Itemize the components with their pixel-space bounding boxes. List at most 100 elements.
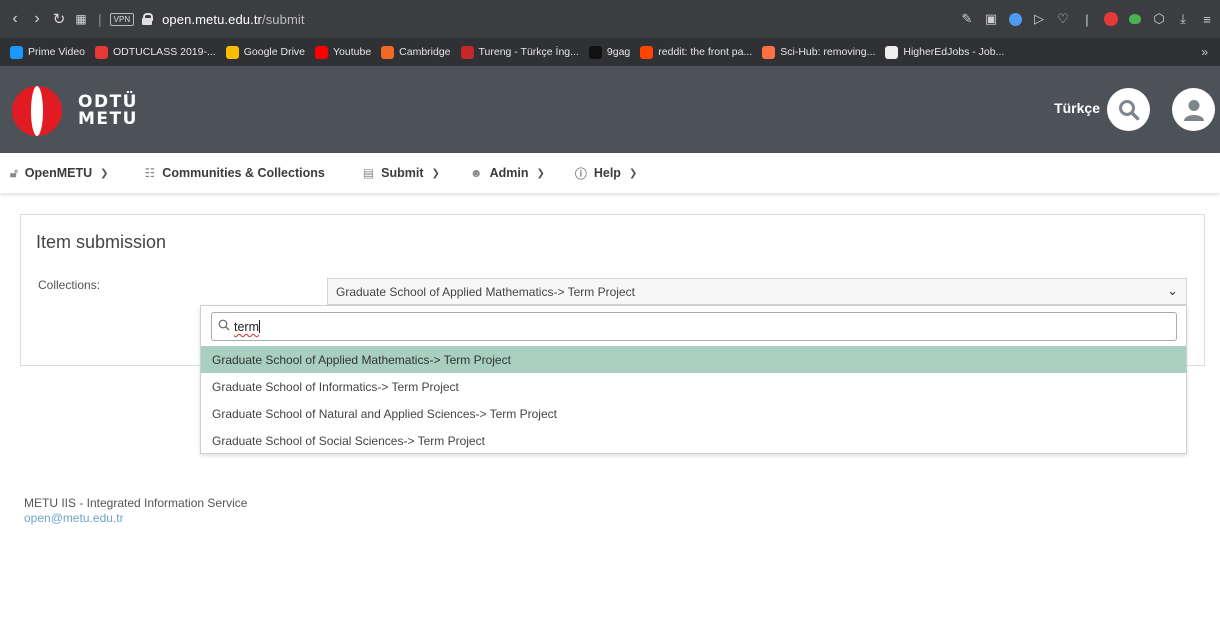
cube-icon[interactable]: ⬡ (1152, 11, 1166, 26)
bookmark-favicon-icon (315, 45, 328, 59)
bookmark-item[interactable]: reddit: the front pa... (640, 45, 753, 59)
vpn-badge[interactable]: VPN (109, 12, 135, 26)
share-icon[interactable]: ✎ (960, 11, 974, 26)
bookmark-label: Youtube (333, 46, 372, 58)
bookmark-favicon-icon (225, 45, 239, 59)
site-header: ODTÜ METU Türkçe (0, 66, 1220, 153)
metu-logo[interactable]: ODTÜ METU (12, 86, 138, 136)
metu-logo-icon (12, 86, 62, 136)
bookmark-label: reddit: the front pa... (658, 46, 753, 58)
bookmark-favicon-icon (640, 45, 654, 59)
browser-toolbar: ‹ › ↻ ▦ | VPN open.metu.edu.tr/submit ✎ … (0, 0, 1220, 38)
speed-dial-icon[interactable]: ▦ (70, 12, 92, 26)
chevron-down-icon: ⌄ (1167, 283, 1178, 298)
dropdown-option[interactable]: Graduate School of Applied Mathematics->… (201, 346, 1186, 373)
info-circle-icon: ⓘ (574, 166, 587, 181)
address-bar[interactable]: open.metu.edu.tr/submit (162, 12, 305, 27)
bookmark-label: Tureng - Türkçe İng... (478, 46, 579, 58)
page-title: Item submission (36, 232, 167, 252)
divider-icon: | (1085, 11, 1089, 27)
nav-admin-label: Admin (489, 166, 529, 180)
extension-icon[interactable] (1128, 12, 1142, 26)
opera-icon[interactable] (1104, 12, 1118, 26)
bookmark-item[interactable]: ODTUCLASS 2019-... (95, 45, 216, 59)
search-icon (218, 319, 230, 331)
back-icon[interactable]: ‹ (4, 10, 26, 28)
bookmark-item[interactable]: 9gag (588, 45, 631, 59)
bookmarks-overflow-icon[interactable]: » (1201, 45, 1208, 59)
bookmark-item[interactable]: Sci-Hub: removing... (762, 45, 875, 59)
search-button[interactable] (1107, 88, 1150, 131)
dropdown-option[interactable]: Graduate School of Informatics-> Term Pr… (201, 373, 1186, 400)
text-cursor (259, 320, 260, 333)
bookmark-label: HigherEdJobs - Job... (903, 46, 1005, 58)
logo-text: ODTÜ METU (78, 94, 138, 128)
send-icon[interactable]: ▷ (1032, 11, 1046, 26)
nav-communities[interactable]: ☷ Communities & Collections (145, 166, 325, 180)
bookmark-favicon-icon (10, 45, 23, 59)
bookmark-item[interactable]: Youtube (315, 45, 372, 59)
bookmark-item[interactable]: Cambridge (381, 45, 451, 59)
collections-label: Collections: (38, 278, 101, 292)
toolbar-divider: | (98, 11, 102, 27)
collections-select[interactable]: Graduate School of Applied Mathematics->… (327, 278, 1187, 305)
menu-icon[interactable]: ≡ (1200, 12, 1214, 27)
dropdown-option[interactable]: Graduate School of Social Sciences-> Ter… (201, 427, 1186, 454)
bookmark-label: 9gag (606, 46, 631, 58)
nav-openmetu-label: OpenMETU (24, 166, 93, 180)
footer-service-name: METU IIS - Integrated Information Servic… (24, 496, 248, 510)
user-icon (1183, 99, 1204, 121)
download-icon[interactable]: ⤓ (1176, 11, 1190, 26)
language-switch[interactable]: Türkçe (1054, 100, 1100, 116)
bookmark-favicon-icon (588, 45, 602, 59)
url-host: open.metu.edu.tr (162, 11, 262, 27)
nav-submit[interactable]: ▤ Submit ❯ (363, 166, 440, 180)
sitemap-icon: ☷ (144, 166, 156, 180)
shield-icon[interactable] (1008, 12, 1022, 26)
nav-help-label: Help (593, 166, 621, 180)
bookmark-favicon-icon (381, 45, 395, 59)
collections-selected-value: Graduate School of Applied Mathematics->… (336, 285, 635, 299)
bookmark-item[interactable]: Tureng - Türkçe İng... (460, 45, 579, 59)
nav-help[interactable]: ⓘ Help ❯ (575, 165, 638, 182)
bookmark-label: Prime Video (28, 46, 86, 58)
footer-email-link[interactable]: open@metu.edu.tr (24, 511, 247, 526)
footer: METU IIS - Integrated Information Servic… (24, 496, 247, 526)
chevron-down-icon: ❯ (431, 167, 440, 179)
lock-icon[interactable] (142, 13, 154, 25)
search-icon (1118, 99, 1139, 120)
bookmark-item[interactable]: HigherEdJobs - Job... (885, 45, 1005, 59)
collections-dropdown: term Graduate School of Applied Mathemat… (200, 305, 1187, 454)
url-path: /submit (261, 11, 305, 27)
heart-icon[interactable]: ♡ (1056, 11, 1070, 26)
unlock-icon: 🔓︎ (10, 165, 18, 180)
bookmark-favicon-icon (885, 45, 899, 59)
nav-communities-label: Communities & Collections (162, 166, 325, 180)
nav-admin[interactable]: ☻ Admin ❯ (470, 166, 545, 180)
chevron-down-icon: ❯ (100, 167, 109, 179)
bookmark-item[interactable]: Google Drive (225, 45, 305, 59)
dropdown-search-input[interactable]: term (211, 312, 1177, 341)
chevron-down-icon: ❯ (628, 167, 638, 179)
browser-extensions: ✎ ▣ ▷ ♡ | ⬡ ⤓ ≡ (960, 0, 1214, 38)
reload-icon[interactable]: ↻ (48, 10, 70, 28)
chevron-down-icon: ❯ (536, 167, 545, 179)
file-import-icon: ▤ (362, 166, 375, 180)
main-navigation: 🔓︎ OpenMETU ❯ ☷ Communities & Collection… (0, 153, 1220, 193)
user-menu-button[interactable] (1172, 88, 1215, 131)
bookmark-item[interactable]: Prime Video (10, 45, 86, 59)
forward-icon[interactable]: › (26, 10, 48, 28)
nav-openmetu[interactable]: 🔓︎ OpenMETU ❯ (10, 166, 109, 181)
nav-submit-label: Submit (381, 166, 424, 180)
dropdown-option[interactable]: Graduate School of Natural and Applied S… (201, 400, 1186, 427)
bookmark-favicon-icon (762, 45, 776, 59)
logo-line2: METU (78, 109, 138, 129)
search-typed-text: term (234, 320, 259, 334)
bookmark-label: ODTUCLASS 2019-... (113, 46, 216, 58)
bookmarks-bar: Prime Video ODTUCLASS 2019-... Google Driv… (0, 38, 1220, 66)
bookmark-label: Google Drive (243, 46, 305, 58)
camera-icon[interactable]: ▣ (984, 11, 998, 26)
bookmark-label: Cambridge (399, 46, 451, 58)
bookmark-favicon-icon (460, 45, 474, 59)
bookmark-favicon-icon (95, 45, 109, 59)
